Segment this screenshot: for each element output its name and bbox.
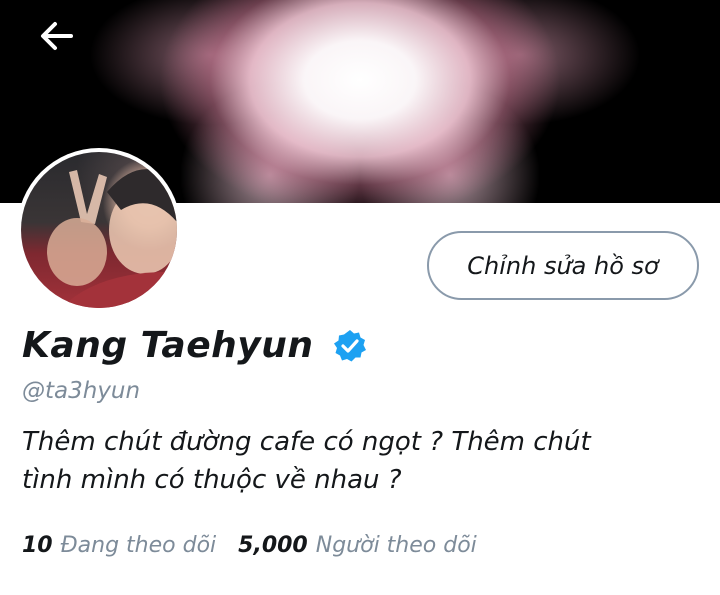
following-label: Đang theo dõi xyxy=(60,533,217,558)
edit-profile-button[interactable]: Chỉnh sửa hồ sơ xyxy=(427,231,699,300)
name-row: Kang Taehyun xyxy=(22,325,367,366)
verified-badge-icon xyxy=(333,329,367,363)
back-button[interactable] xyxy=(30,14,82,58)
followers-label: Người theo dõi xyxy=(315,533,477,558)
followers-count: 5,000 xyxy=(238,533,308,558)
profile-bio: Thêm chút đường cafe có ngọt ? Thêm chút… xyxy=(22,423,702,499)
edit-profile-label: Chỉnh sửa hồ sơ xyxy=(467,251,659,280)
avatar-photo xyxy=(21,152,177,308)
followers-link[interactable]: 5,000 Người theo dõi xyxy=(238,533,477,558)
username-handle: @ta3hyun xyxy=(22,378,141,404)
following-count: 10 xyxy=(22,533,53,558)
bio-line: Thêm chút đường cafe có ngọt ? Thêm chút xyxy=(22,427,591,457)
display-name: Kang Taehyun xyxy=(22,325,314,366)
arrow-left-icon xyxy=(41,22,73,50)
following-link[interactable]: 10 Đang theo dõi xyxy=(22,533,216,558)
bio-line: tình mình có thuộc về nhau ? xyxy=(22,465,402,495)
follow-stats: 10 Đang theo dõi 5,000 Người theo dõi xyxy=(22,533,499,558)
avatar[interactable] xyxy=(17,148,181,312)
